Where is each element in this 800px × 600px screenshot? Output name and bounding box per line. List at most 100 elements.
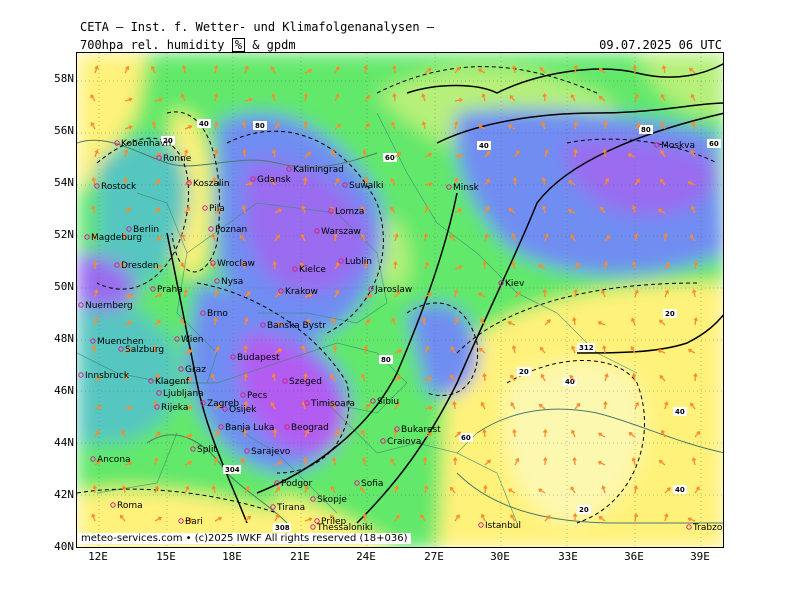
contour-label: 80 [255, 122, 265, 130]
city-marker: Skopje [310, 495, 347, 505]
city-marker: Magdeburg [84, 233, 142, 243]
city-marker: Ljubljana [156, 389, 204, 399]
city-label: Skopje [317, 495, 347, 505]
city-marker: Kaliningrad [286, 165, 344, 175]
city-label: Craiova [387, 437, 421, 447]
city-label: Bari [185, 517, 203, 527]
longitude-label: 30E [490, 550, 510, 563]
contour-label: 20 [519, 368, 529, 376]
city-label: Nysa [221, 277, 243, 287]
city-marker: Gdansk [250, 175, 292, 185]
city-label: Koszalin [193, 179, 230, 189]
city-label: Tirana [276, 503, 305, 513]
city-label: Roma [117, 501, 143, 511]
variable-label: 700hpa rel. humidity % & gpdm [80, 38, 296, 52]
longitude-label: 33E [558, 550, 578, 563]
city-label: Magdeburg [91, 233, 142, 243]
city-marker: Salzburg [118, 345, 164, 355]
latitude-label: 46N [54, 384, 74, 397]
city-label: Suwalki [349, 181, 384, 191]
city-label: Pecs [247, 391, 268, 401]
city-label: Rostock [101, 182, 137, 192]
city-marker: Suwalki [342, 181, 384, 191]
longitude-label: 24E [356, 550, 376, 563]
city-label: Podgor [281, 479, 313, 489]
city-label: Brno [207, 309, 228, 319]
city-label: Poznan [215, 225, 247, 235]
city-marker: Istanbul [478, 521, 521, 531]
city-label: Sofia [361, 479, 383, 489]
contour-label: 60 [709, 140, 719, 148]
longitude-label: 27E [424, 550, 444, 563]
city-marker: Craiova [380, 437, 421, 447]
city-label: Timisoara [310, 399, 355, 409]
city-label: Lublin [345, 257, 372, 267]
city-label: Warszaw [321, 227, 361, 237]
contour-label: 40 [479, 142, 489, 150]
longitude-label: 21E [290, 550, 310, 563]
longitude-label: 18E [222, 550, 242, 563]
city-label: Split [197, 445, 217, 455]
city-marker: Lomza [328, 207, 364, 217]
longitude-label: 39E [690, 550, 710, 563]
contour-label: 20 [665, 310, 675, 318]
latitude-label: 58N [54, 72, 74, 85]
city-marker: Kobenhavn [114, 139, 171, 149]
city-marker: Dresden [114, 261, 159, 271]
city-marker: Banja Luka [218, 423, 274, 433]
city-label: Kobenhavn [121, 139, 171, 149]
city-label: Rijeka [161, 403, 188, 413]
city-marker: Trabzon [686, 523, 724, 533]
city-label: Ancona [97, 455, 131, 465]
contour-label: 60 [461, 434, 471, 442]
city-marker: Wroclaw [210, 259, 255, 269]
city-marker: Budapest [230, 353, 280, 363]
city-label: Ljubljana [163, 389, 204, 399]
city-marker: Ronne [156, 154, 192, 164]
longitude-label: 36E [624, 550, 644, 563]
city-label: Pila [209, 204, 225, 214]
city-marker: Rostock [94, 182, 137, 192]
city-marker: Thessaloniki [310, 523, 373, 533]
city-label: Ronne [163, 154, 192, 164]
city-label: Thessaloniki [316, 523, 373, 533]
city-label: Trabzon [692, 523, 724, 533]
city-label: Beograd [291, 423, 329, 433]
latitude-label: 54N [54, 176, 74, 189]
city-label: Gdansk [257, 175, 292, 185]
map-frame: 20 40 80 60 40 80 60 312 20 20 40 40 40 … [76, 52, 724, 548]
city-marker: Szeged [282, 377, 322, 387]
city-marker: Beograd [284, 423, 329, 433]
city-label: Kaliningrad [293, 165, 344, 175]
city-label: Kiev [505, 279, 525, 289]
contour-label: 312 [579, 344, 594, 352]
chart-title: CETA – Inst. f. Wetter- und Klimafolgena… [80, 20, 435, 34]
city-marker: Klagenf [148, 377, 190, 387]
city-label: Praha [157, 285, 183, 295]
contour-label: 40 [675, 486, 685, 494]
city-marker: Poznan [208, 225, 247, 235]
city-label: Salzburg [125, 345, 164, 355]
city-marker: Ancona [90, 455, 131, 465]
city-label: Banja Luka [225, 423, 274, 433]
city-marker: Banska Bystr [260, 321, 326, 331]
city-marker: Sarajevo [244, 447, 291, 457]
contour-label: 40 [199, 120, 209, 128]
city-label: Kielce [299, 265, 326, 275]
unit-box: % [231, 38, 245, 52]
copyright-footer: meteo-services.com • (c)2025 IWKF All ri… [78, 533, 411, 544]
city-label: Sarajevo [251, 447, 291, 457]
city-label: Minsk [453, 183, 480, 193]
city-label: Szeged [289, 377, 322, 387]
variable-name: 700hpa rel. humidity [80, 38, 225, 52]
city-marker: Innsbruck [78, 371, 130, 381]
city-label: Krakow [285, 287, 318, 297]
latitude-label: 44N [54, 436, 74, 449]
latitude-label: 42N [54, 488, 74, 501]
city-label: Nuernberg [85, 301, 133, 311]
latitude-label: 40N [54, 540, 74, 553]
city-label: Wien [181, 335, 203, 345]
city-label: Graz [185, 365, 206, 375]
contour-label: 80 [381, 356, 391, 364]
contour-label: 40 [675, 408, 685, 416]
